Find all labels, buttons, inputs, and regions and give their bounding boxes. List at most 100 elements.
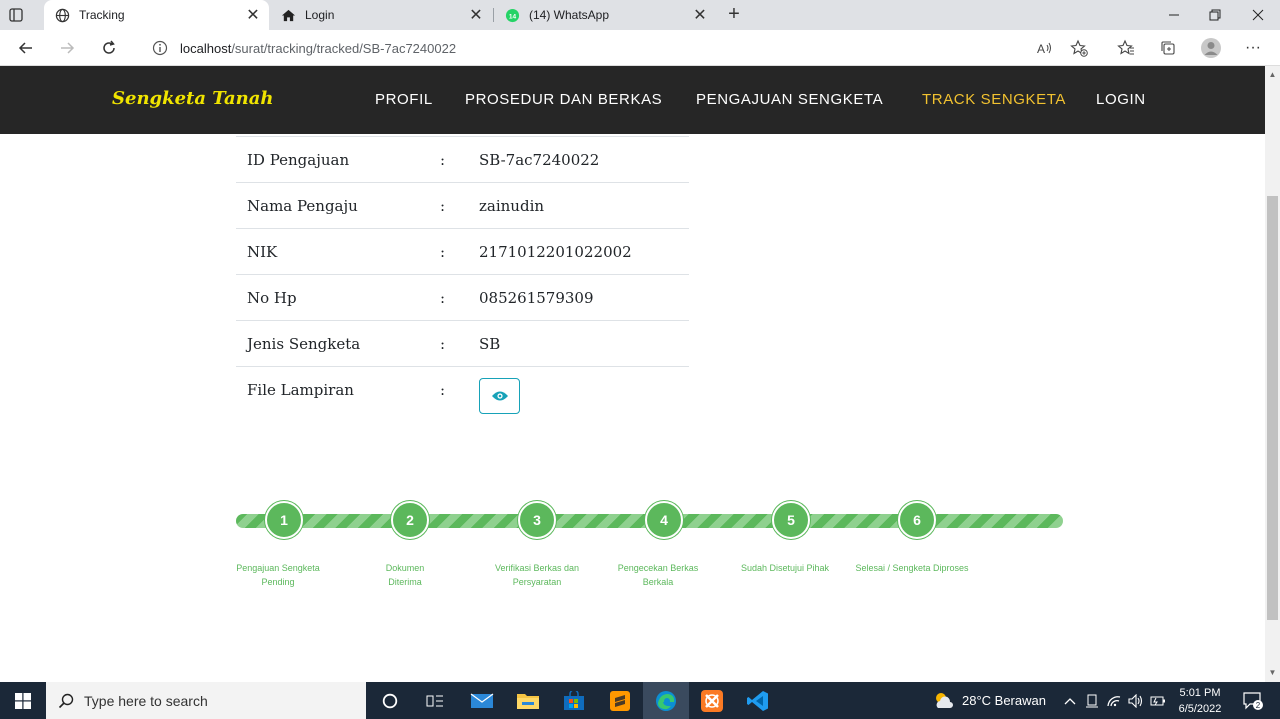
detail-label: ID Pengajuan [247, 151, 350, 169]
detail-separator: : [440, 243, 446, 261]
svg-text:14: 14 [508, 13, 516, 20]
add-favorite-icon[interactable] [1065, 34, 1093, 62]
collections-icon[interactable] [1154, 34, 1182, 62]
table-row: Jenis Sengketa : SB [236, 321, 689, 367]
site-brand[interactable]: Sengketa Tanah [112, 88, 273, 109]
home-icon [280, 7, 296, 23]
tab-actions-icon[interactable] [8, 7, 24, 23]
clock-date: 6/5/2022 [1178, 703, 1222, 715]
close-tab-icon[interactable]: ✕ [466, 5, 486, 25]
tab-login[interactable]: Login ✕ [270, 0, 492, 30]
address-bar[interactable]: localhost/surat/tracking/tracked/SB-7ac7… [136, 33, 1102, 63]
page-scrollbar[interactable]: ▲ ▼ [1265, 66, 1280, 682]
chevron-up-icon[interactable] [1060, 682, 1080, 719]
vscode-icon[interactable] [735, 682, 781, 719]
step-6-circle: 6 [898, 501, 936, 539]
step-4-label: Pengecekan Berkas Berkala [617, 563, 699, 587]
more-options-icon[interactable]: ··· [1239, 34, 1267, 62]
close-tab-icon[interactable]: ✕ [690, 5, 710, 25]
step-5-circle: 5 [772, 501, 810, 539]
restore-icon[interactable] [1193, 0, 1237, 30]
tab-tracking[interactable]: Tracking ✕ [44, 0, 269, 30]
store-app-icon[interactable] [551, 682, 597, 719]
table-row: NIK : 2171012201022002 [236, 229, 689, 275]
device-icon[interactable] [1082, 682, 1102, 719]
step-3-circle: 3 [518, 501, 556, 539]
detail-value: 085261579309 [479, 289, 594, 307]
taskbar-search-box[interactable]: Type here to search [46, 682, 366, 719]
detail-label: NIK [247, 243, 278, 261]
whatsapp-icon: 14 [504, 7, 520, 23]
nav-prosedur-dan-berkas[interactable]: PROSEDUR DAN BERKAS [465, 91, 662, 108]
detail-value: 2171012201022002 [479, 243, 632, 261]
xampp-icon[interactable] [689, 682, 735, 719]
detail-value: SB [479, 335, 501, 353]
notification-center-icon[interactable]: 2 [1236, 682, 1270, 719]
detail-separator: : [440, 197, 446, 215]
clock-time: 5:01 PM [1179, 687, 1221, 699]
step-5-label: Sudah Disetujui Pihak [740, 563, 830, 573]
taskbar-weather[interactable]: 28°C Berawan [932, 682, 1046, 719]
file-explorer-icon[interactable] [505, 682, 551, 719]
battery-icon[interactable] [1148, 682, 1168, 719]
scroll-up-icon[interactable]: ▲ [1265, 68, 1280, 82]
detail-separator: : [440, 381, 446, 399]
url-text: localhost/surat/tracking/tracked/SB-7ac7… [180, 41, 456, 56]
step-6-label: Selesai / Sengketa Diproses [855, 563, 969, 573]
sublime-text-icon[interactable] [597, 682, 643, 719]
browser-toolbar: localhost/surat/tracking/tracked/SB-7ac7… [0, 30, 1280, 66]
detail-separator: : [440, 289, 446, 307]
detail-label: File Lampiran [247, 381, 354, 399]
nav-track-sengketa[interactable]: TRACK SENGKETA [922, 91, 1066, 108]
eye-icon [491, 391, 508, 401]
cortana-icon[interactable] [367, 682, 413, 719]
mail-app-icon[interactable] [459, 682, 505, 719]
site-info-icon[interactable] [152, 40, 168, 56]
detail-separator: : [440, 151, 446, 169]
tab-title: Tracking [79, 8, 125, 22]
read-aloud-icon[interactable]: A [1031, 34, 1059, 62]
partly-cloudy-icon [936, 692, 953, 708]
tab-title: (14) WhatsApp [529, 8, 610, 22]
tab-whatsapp[interactable]: 14 (14) WhatsApp ✕ [494, 0, 716, 30]
tab-title: Login [305, 8, 335, 22]
nav-profil[interactable]: PROFIL [375, 91, 433, 108]
step-1-label: Pengajuan Sengketa Pending [236, 563, 320, 587]
scroll-thumb[interactable] [1267, 196, 1278, 620]
wifi-icon[interactable] [1104, 682, 1124, 719]
windows-start-icon[interactable] [0, 682, 46, 719]
step-2-circle: 2 [391, 501, 429, 539]
volume-icon[interactable] [1126, 682, 1146, 719]
step-1-circle: 1 [265, 501, 303, 539]
step-2-label: Dokumen Diterima [385, 563, 425, 587]
forward-icon[interactable] [53, 34, 81, 62]
url-path: /surat/tracking/tracked/SB-7ac7240022 [231, 40, 457, 56]
table-row: ID Pengajuan : SB-7ac7240022 [236, 137, 689, 183]
detail-separator: : [440, 335, 446, 353]
close-tab-icon[interactable]: ✕ [243, 5, 263, 25]
edge-browser-icon[interactable] [643, 682, 689, 719]
task-view-icon[interactable] [412, 682, 458, 719]
notification-count: 2 [1256, 701, 1261, 710]
detail-value: SB-7ac7240022 [479, 151, 600, 169]
back-icon[interactable] [12, 34, 40, 62]
site-navbar: Sengketa Tanah PROFIL PROSEDUR DAN BERKA… [0, 66, 1265, 134]
minimize-icon[interactable] [1152, 0, 1196, 30]
view-attachment-button[interactable] [479, 378, 520, 414]
browser-tab-strip: Tracking ✕ Login ✕ 14 (14) WhatsApp ✕ + [0, 0, 1280, 30]
nav-pengajuan-sengketa[interactable]: PENGAJUAN SENGKETA [696, 91, 883, 108]
refresh-icon[interactable] [95, 34, 123, 62]
taskbar-clock[interactable]: 5:01 PM 6/5/2022 [1170, 685, 1230, 717]
profile-avatar[interactable] [1197, 34, 1225, 62]
search-placeholder: Type here to search [84, 692, 208, 709]
scroll-down-icon[interactable]: ▼ [1265, 666, 1280, 680]
new-tab-button[interactable]: + [722, 2, 746, 28]
close-window-icon[interactable] [1236, 0, 1280, 30]
table-row: No Hp : 085261579309 [236, 275, 689, 321]
nav-login[interactable]: LOGIN [1096, 91, 1146, 108]
detail-label: No Hp [247, 289, 297, 307]
windows-taskbar: Type here to search 28°C Berawan 5:01 PM… [0, 682, 1280, 719]
search-icon [58, 693, 74, 708]
favorites-icon[interactable] [1112, 34, 1140, 62]
globe-icon [54, 7, 70, 23]
